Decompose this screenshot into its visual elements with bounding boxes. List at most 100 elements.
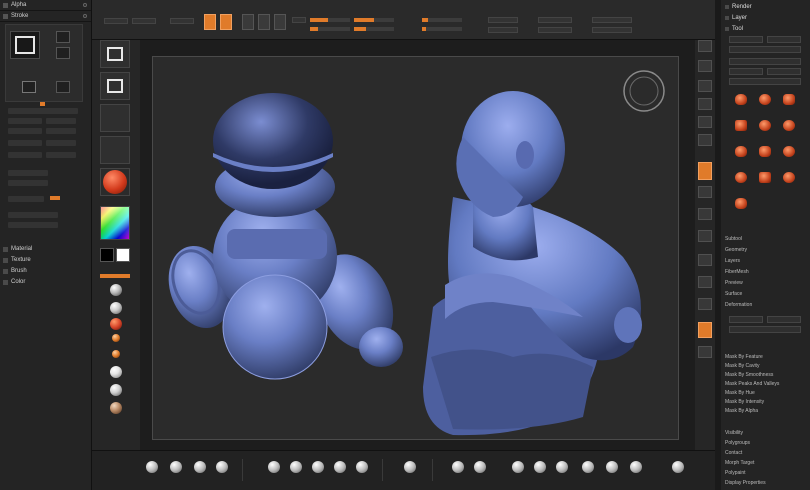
- rotate-mode-button[interactable]: [274, 14, 286, 30]
- mask-menu-item[interactable]: Mask By Alpha: [721, 406, 810, 415]
- geometry-menu-item[interactable]: Geometry: [721, 245, 810, 254]
- palette-header-tool[interactable]: Tool: [721, 24, 810, 33]
- move-icon[interactable]: [698, 276, 712, 288]
- tool-thumbnail-icon[interactable]: [731, 194, 751, 212]
- secondary-color-swatch[interactable]: [100, 248, 114, 262]
- gradient-toggle[interactable]: [100, 274, 130, 278]
- scale-mode-button[interactable]: [258, 14, 270, 30]
- display-properties-menu-item[interactable]: Display Properties: [721, 478, 810, 487]
- mannequin-model[interactable]: [158, 93, 407, 380]
- brush-sphere-icon[interactable]: [290, 461, 302, 473]
- shelf-texture-slot[interactable]: [100, 136, 130, 164]
- local-icon[interactable]: [698, 208, 712, 220]
- tool-button[interactable]: [767, 68, 801, 75]
- material-thumbnail[interactable]: [22, 81, 36, 93]
- polyf-icon[interactable]: [698, 322, 712, 338]
- mask-menu-item[interactable]: Mask By Feature: [721, 352, 810, 361]
- mask-button[interactable]: [767, 316, 801, 323]
- draw-mode-button[interactable]: [220, 14, 232, 30]
- brush-sphere-icon[interactable]: [512, 461, 524, 473]
- surface-menu-item[interactable]: Surface: [721, 289, 810, 298]
- toolbar-field[interactable]: [592, 27, 632, 33]
- shelf-brush-slot[interactable]: [100, 72, 130, 100]
- mask-menu-item[interactable]: Mask By Smoothness: [721, 370, 810, 379]
- tool-thumbnail-icon[interactable]: [779, 90, 799, 108]
- z-intensity-slider[interactable]: [354, 18, 394, 22]
- pin-icon[interactable]: [83, 14, 87, 18]
- tool-thumbnail-icon[interactable]: [731, 168, 751, 186]
- toolbar-field[interactable]: [538, 17, 572, 23]
- palette-header-alpha[interactable]: Alpha: [0, 0, 91, 11]
- pin-icon[interactable]: [83, 3, 87, 7]
- brush-sphere-icon[interactable]: [194, 461, 206, 473]
- toolbar-field[interactable]: [132, 18, 156, 24]
- brush-sphere-icon[interactable]: [216, 461, 228, 473]
- palette-header-stroke[interactable]: Stroke: [0, 11, 91, 22]
- setting-row[interactable]: [8, 222, 58, 228]
- mask-button[interactable]: [729, 326, 801, 333]
- edit-mode-button[interactable]: [204, 14, 216, 30]
- polygroups-menu-item[interactable]: Polygroups: [721, 438, 810, 447]
- color-picker[interactable]: [100, 206, 130, 240]
- toolbar-field[interactable]: [538, 27, 572, 33]
- tool-button[interactable]: [729, 68, 763, 75]
- tool-thumbnail-icon[interactable]: [755, 142, 775, 160]
- material-ball[interactable]: [112, 350, 120, 358]
- brush-sphere-icon[interactable]: [146, 461, 158, 473]
- mask-menu-item[interactable]: Mask By Intensity: [721, 397, 810, 406]
- current-brush-thumbnail[interactable]: [10, 31, 40, 59]
- setting-row[interactable]: [46, 118, 76, 124]
- brush-sphere-icon[interactable]: [268, 461, 280, 473]
- deformation-menu-item[interactable]: Deformation: [721, 300, 810, 309]
- setting-row[interactable]: [8, 118, 42, 124]
- morph-target-menu-item[interactable]: Morph Target: [721, 458, 810, 467]
- 3d-viewport[interactable]: [152, 56, 679, 440]
- fibermesh-menu-item[interactable]: FiberMesh: [721, 267, 810, 276]
- palette-header-layer[interactable]: Layer: [721, 13, 810, 22]
- tool-button[interactable]: [767, 36, 801, 43]
- palette-header-texture[interactable]: Texture: [0, 255, 92, 265]
- frame-icon[interactable]: [698, 254, 712, 266]
- tool-thumbnail-icon[interactable]: [755, 116, 775, 134]
- brush-sphere-icon[interactable]: [630, 461, 642, 473]
- brush-sphere-icon[interactable]: [582, 461, 594, 473]
- setting-row[interactable]: [8, 212, 58, 218]
- tool-thumbnail-icon[interactable]: [779, 142, 799, 160]
- alpha-thumbnail[interactable]: [56, 47, 70, 59]
- toolbar-field[interactable]: [104, 18, 128, 24]
- shelf-brush-slot[interactable]: [100, 40, 130, 68]
- rgb-intensity-slider[interactable]: [310, 18, 350, 22]
- aahalf-icon[interactable]: [698, 134, 712, 146]
- visibility-menu-item[interactable]: Visibility: [721, 428, 810, 437]
- floor-icon[interactable]: [698, 186, 712, 198]
- material-ball[interactable]: [110, 402, 122, 414]
- tool-button[interactable]: [729, 78, 801, 85]
- scale-icon[interactable]: [698, 298, 712, 310]
- brush-sphere-icon[interactable]: [452, 461, 464, 473]
- setting-row[interactable]: [8, 152, 42, 158]
- tool-thumbnail-icon[interactable]: [731, 90, 751, 108]
- toolbar-field[interactable]: [592, 17, 632, 23]
- material-ball[interactable]: [110, 366, 122, 378]
- brush-sphere-icon[interactable]: [334, 461, 346, 473]
- tool-button[interactable]: [729, 58, 801, 65]
- bpr-icon[interactable]: [698, 40, 712, 52]
- preview-menu-item[interactable]: Preview: [721, 278, 810, 287]
- setting-row[interactable]: [8, 108, 78, 114]
- shelf-alpha-slot[interactable]: [100, 104, 130, 132]
- subtool-menu-item[interactable]: Subtool: [721, 234, 810, 243]
- material-ball[interactable]: [110, 384, 122, 396]
- palette-header-brush[interactable]: Brush: [0, 266, 92, 276]
- scroll-icon[interactable]: [698, 80, 712, 92]
- draw-size-slider[interactable]: [354, 27, 394, 31]
- brush-sphere-icon[interactable]: [356, 461, 368, 473]
- contact-menu-item[interactable]: Contact: [721, 448, 810, 457]
- palette-header-render[interactable]: Render: [721, 2, 810, 11]
- setting-row[interactable]: [46, 152, 76, 158]
- material-ball[interactable]: [110, 302, 122, 314]
- main-color-swatch[interactable]: [116, 248, 130, 262]
- tool-thumbnail-icon[interactable]: [779, 116, 799, 134]
- material-ball[interactable]: [110, 284, 122, 296]
- material-ball[interactable]: [112, 334, 120, 342]
- move-mode-button[interactable]: [242, 14, 254, 30]
